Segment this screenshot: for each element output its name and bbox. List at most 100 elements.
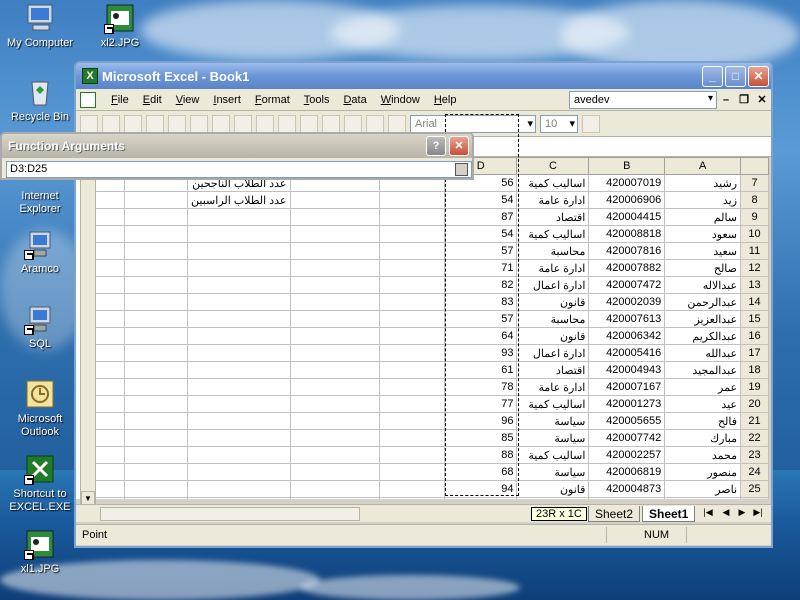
autosum-icon[interactable] — [322, 114, 340, 133]
desktop-icon-sql[interactable]: SQL — [2, 303, 78, 351]
grid-cell[interactable] — [289, 310, 380, 328]
grid-cell[interactable] — [187, 497, 291, 499]
grid-cell[interactable]: محمد — [664, 446, 742, 464]
menu-view[interactable]: View — [169, 94, 207, 106]
grid-cell[interactable]: ادارة اعمال — [516, 276, 590, 294]
grid-cell[interactable]: سعود — [664, 225, 742, 243]
desktop-icon-excel-shortcut[interactable]: Shortcut to EXCEL.EXE — [2, 453, 78, 514]
sort-icon[interactable] — [344, 114, 362, 133]
grid-cell[interactable] — [378, 361, 446, 379]
tab-sheet1[interactable]: Sheet1 — [642, 506, 696, 522]
grid-cell[interactable] — [378, 446, 446, 464]
grid-cell[interactable] — [289, 242, 380, 260]
hyperlink-icon[interactable] — [300, 114, 318, 133]
grid-cell[interactable] — [123, 395, 189, 413]
grid-cell[interactable] — [187, 327, 291, 345]
grid-cell[interactable] — [378, 242, 446, 260]
select-all-corner[interactable] — [740, 157, 769, 175]
tab-sheet2[interactable]: Sheet2 — [588, 506, 641, 522]
column-header-c[interactable]: C — [516, 157, 590, 175]
grid-cell[interactable] — [123, 463, 189, 481]
grid-cell[interactable]: عبدالعزيز — [664, 310, 742, 328]
grid-cell[interactable] — [123, 191, 189, 209]
grid-cell[interactable] — [289, 497, 380, 499]
grid-cell[interactable] — [289, 412, 380, 430]
grid-cell[interactable] — [289, 191, 380, 209]
grid-cell[interactable] — [378, 293, 446, 311]
grid-cell[interactable]: عبدالكريم — [664, 327, 742, 345]
row-header[interactable]: 24 — [740, 463, 769, 481]
menu-data[interactable]: Data — [336, 94, 373, 106]
grid-cell[interactable] — [289, 463, 380, 481]
grid-cell[interactable]: صالح — [664, 259, 742, 277]
grid-cell[interactable] — [516, 497, 590, 499]
grid-cell[interactable] — [187, 225, 291, 243]
desktop-icon-aramco[interactable]: Aramco — [2, 228, 78, 276]
spelling-icon[interactable] — [190, 114, 208, 133]
grid-cell[interactable] — [187, 310, 291, 328]
grid-cell[interactable]: رشيد — [664, 174, 742, 192]
desktop-icon-xl2-jpg[interactable]: xl2.JPG — [82, 2, 158, 50]
column-header-b[interactable]: B — [588, 157, 666, 175]
grid-cell[interactable]: مبارك — [664, 429, 742, 447]
grid-cell[interactable] — [187, 259, 291, 277]
grid-cell[interactable] — [123, 327, 189, 345]
grid-cell[interactable]: 420005655 — [588, 412, 666, 430]
row-header[interactable]: 13 — [740, 276, 769, 294]
row-header[interactable]: 23 — [740, 446, 769, 464]
grid-cell[interactable]: ناصر — [664, 480, 742, 498]
grid-cell[interactable]: 420001273 — [588, 395, 666, 413]
maximize-button[interactable]: □ — [725, 65, 746, 87]
document-icon[interactable] — [80, 91, 96, 108]
grid-cell[interactable] — [289, 327, 380, 345]
tab-first-icon[interactable]: |◀ — [702, 507, 714, 518]
grid-cell[interactable]: 420008818 — [588, 225, 666, 243]
grid-cell[interactable]: ادارة عامة — [516, 378, 590, 396]
row-header[interactable]: 12 — [740, 259, 769, 277]
grid-cell[interactable] — [378, 412, 446, 430]
grid-cell[interactable] — [588, 497, 666, 499]
grid-cell[interactable] — [187, 463, 291, 481]
grid-cell[interactable] — [123, 293, 189, 311]
grid-cell[interactable]: 420006342 — [588, 327, 666, 345]
print-icon[interactable] — [146, 114, 164, 133]
save-icon[interactable] — [124, 114, 142, 133]
grid-cell[interactable] — [289, 395, 380, 413]
grid-cell[interactable]: سعيد — [664, 242, 742, 260]
row-header[interactable]: 9 — [740, 208, 769, 226]
minimize-button[interactable]: _ — [702, 65, 723, 87]
grid-cell[interactable]: قانون — [516, 293, 590, 311]
grid-cell[interactable]: عبدالرحمن — [664, 293, 742, 311]
grid-cell[interactable] — [664, 497, 742, 499]
grid-cell[interactable]: 420007882 — [588, 259, 666, 277]
grid-cell[interactable] — [123, 208, 189, 226]
dialog-titlebar[interactable]: Function Arguments ? ✕ — [2, 134, 472, 158]
grid-cell[interactable]: ادارة عامة — [516, 259, 590, 277]
grid-cell[interactable]: 420004415 — [588, 208, 666, 226]
grid-cell[interactable] — [187, 344, 291, 362]
grid-cell[interactable] — [289, 378, 380, 396]
menu-help[interactable]: Help — [427, 94, 464, 106]
row-header[interactable]: 8 — [740, 191, 769, 209]
row-header[interactable]: 26 — [740, 497, 769, 499]
grid-cell[interactable] — [123, 497, 189, 499]
grid-cell[interactable] — [289, 429, 380, 447]
grid-cell[interactable] — [187, 378, 291, 396]
grid-cell[interactable]: ادارة عامة — [516, 191, 590, 209]
grid-cell[interactable]: 420002257 — [588, 446, 666, 464]
grid-cell[interactable]: 420007472 — [588, 276, 666, 294]
row-header[interactable]: 11 — [740, 242, 769, 260]
grid-cell[interactable] — [289, 208, 380, 226]
grid-cell[interactable] — [378, 344, 446, 362]
horizontal-scrollbar[interactable] — [100, 507, 360, 521]
grid-cell[interactable]: عبدالله — [664, 344, 742, 362]
grid-cell[interactable]: سياسة — [516, 429, 590, 447]
grid-cell[interactable]: 420005416 — [588, 344, 666, 362]
close-button[interactable]: ✕ — [748, 65, 769, 87]
range-input[interactable]: D3:D25 — [6, 161, 472, 178]
grid-cell[interactable] — [123, 242, 189, 260]
grid-cell[interactable]: سياسة — [516, 463, 590, 481]
grid-cell[interactable] — [123, 429, 189, 447]
align-icon[interactable] — [582, 114, 600, 133]
undo-icon[interactable] — [278, 114, 296, 133]
